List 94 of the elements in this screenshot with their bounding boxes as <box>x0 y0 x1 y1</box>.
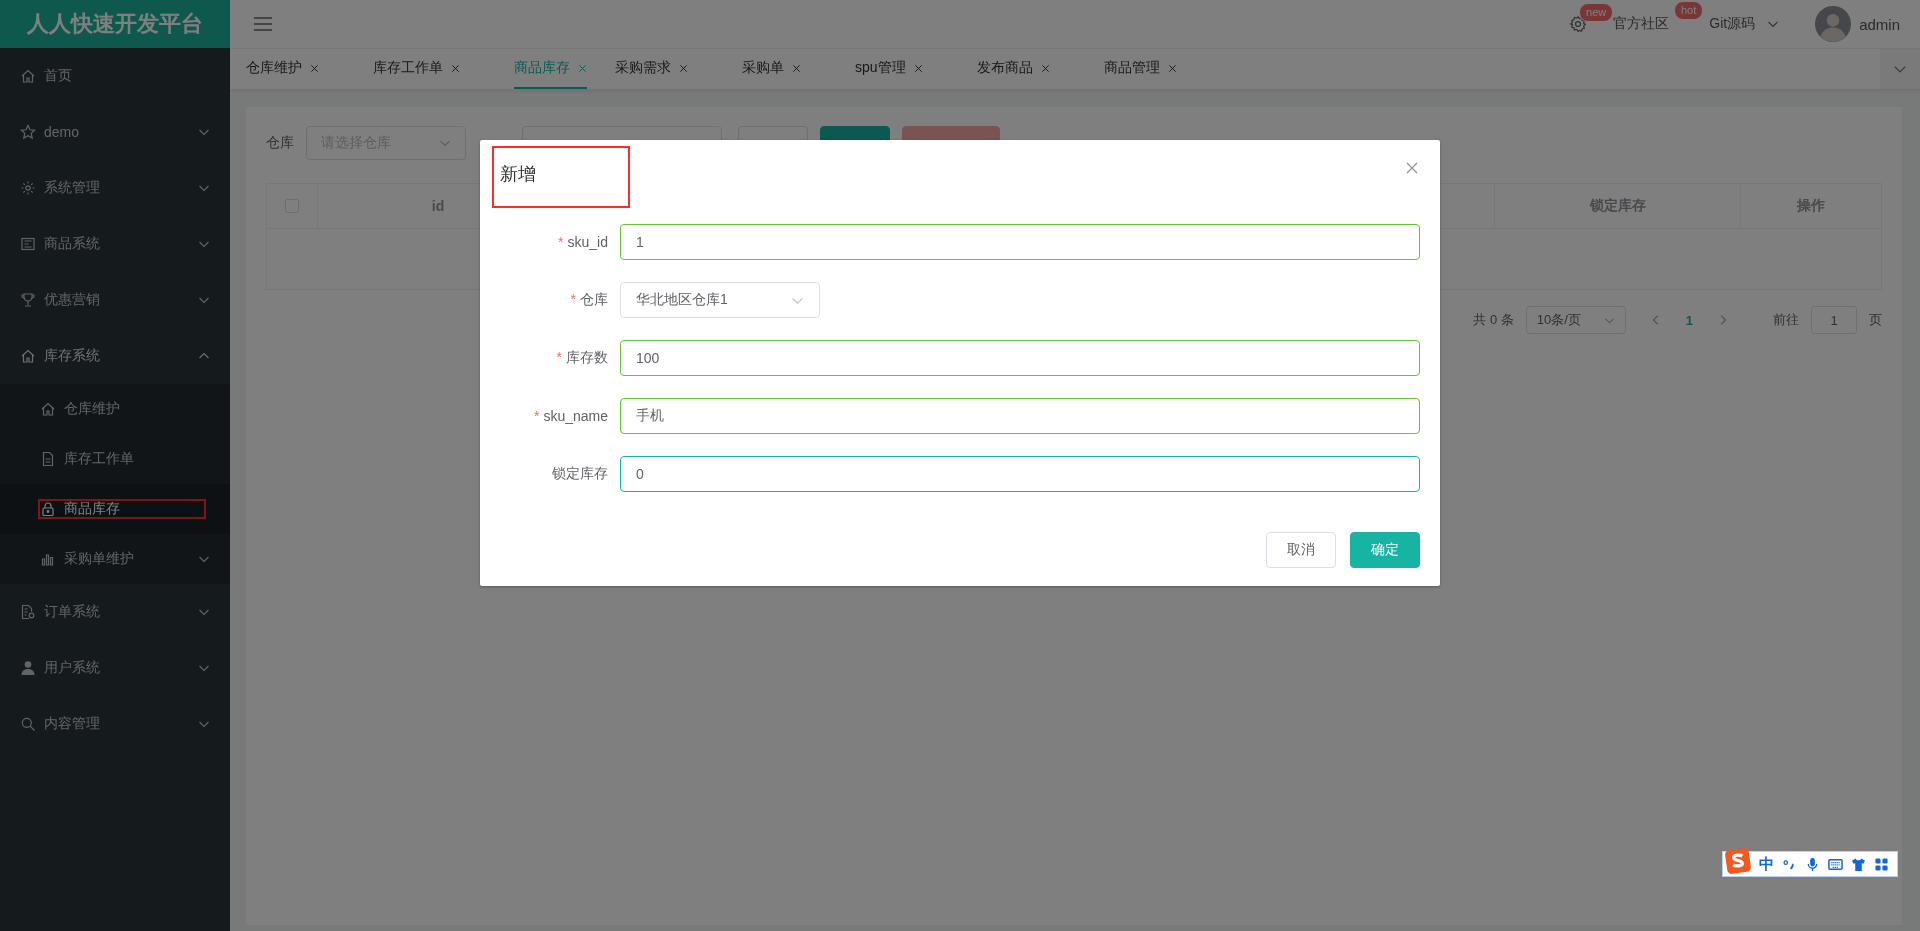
ime-mode[interactable]: 中 <box>1759 854 1774 874</box>
field-label: 锁定库存 <box>552 465 608 483</box>
tab[interactable]: 仓库维护 <box>246 49 345 89</box>
trophy-icon <box>20 292 36 308</box>
close-icon[interactable] <box>310 63 319 73</box>
field-label: 库存数 <box>566 349 608 367</box>
input-field[interactable]: 100 <box>620 340 1420 376</box>
menu-label: 用户系统 <box>44 659 101 677</box>
menu-label: 系统管理 <box>44 179 101 197</box>
menu-label: 库存系统 <box>44 347 101 365</box>
star-icon <box>20 124 36 140</box>
shirt-icon[interactable] <box>1851 856 1866 872</box>
input-field[interactable]: 手机 <box>620 398 1420 434</box>
goto-label: 前往 <box>1773 311 1799 329</box>
close-icon[interactable] <box>1167 63 1177 73</box>
page-input[interactable]: 1 <box>1811 306 1857 334</box>
field-label: 仓库 <box>266 134 294 152</box>
required-mark: * <box>556 349 562 367</box>
tab[interactable]: spu管理 <box>855 49 949 89</box>
menu-label: 首页 <box>44 67 73 85</box>
app-logo: 人人快速开发平台 <box>0 0 230 48</box>
warehouse-select[interactable]: 华北地区仓库1 <box>620 282 820 318</box>
doc-gear-icon <box>20 604 36 620</box>
home-icon <box>20 348 36 364</box>
dialog-title: 新增 <box>500 163 536 186</box>
close-icon[interactable] <box>792 63 801 73</box>
menu-item[interactable]: 商品库存 <box>0 484 230 534</box>
dialog-button[interactable]: 确定 <box>1350 532 1420 568</box>
menu-item[interactable]: 订单系统 <box>0 584 230 640</box>
lock-icon <box>40 501 56 517</box>
microphone-icon[interactable] <box>1805 856 1820 872</box>
total-count: 共 0 条 <box>1473 311 1514 329</box>
menu-icon[interactable] <box>254 17 272 31</box>
page-suffix: 页 <box>1869 311 1882 329</box>
doc-icon <box>40 451 56 467</box>
menu-item[interactable]: 优惠营销 <box>0 272 230 328</box>
menu-item[interactable]: 库存系统 <box>0 328 230 384</box>
menu-label: 优惠营销 <box>44 291 101 309</box>
page-number[interactable]: 1 <box>1685 312 1693 328</box>
close-icon[interactable] <box>1406 162 1418 174</box>
tab[interactable]: 库存工作单 <box>373 49 486 89</box>
tab[interactable]: 商品库存 <box>514 49 587 89</box>
menu-label: 商品库存 <box>64 500 121 518</box>
menu-label: 仓库维护 <box>64 400 121 418</box>
page-size-select[interactable]: 10条/页 <box>1525 306 1626 334</box>
menu-item[interactable]: 用户系统 <box>0 640 230 696</box>
field-label: 仓库 <box>580 291 608 309</box>
menu-item[interactable]: 首页 <box>0 48 230 104</box>
frame-icon <box>20 236 36 252</box>
field-label: sku_name <box>543 408 608 424</box>
badge: hot <box>1673 1 1704 20</box>
user-name[interactable]: admin <box>1859 15 1900 33</box>
user-icon <box>20 660 36 676</box>
menu-label: 采购单维护 <box>64 550 135 568</box>
settings-icon[interactable] <box>1569 15 1588 33</box>
ime-logo-icon[interactable] <box>1725 848 1751 874</box>
field-label: sku_id <box>567 234 608 250</box>
header-dropdown[interactable]: Git源码 <box>1709 15 1756 33</box>
keyboard-icon[interactable] <box>1828 856 1843 872</box>
input-field[interactable]: 1 <box>620 224 1420 260</box>
menu-item[interactable]: 内容管理 <box>0 696 230 752</box>
close-icon[interactable] <box>1040 63 1050 73</box>
tab[interactable]: 发布商品 <box>976 49 1076 89</box>
menu-item[interactable]: 采购单维护 <box>0 534 230 584</box>
header-link[interactable]: 官方社区 <box>1613 15 1670 33</box>
gear-icon <box>20 180 36 196</box>
badge: new <box>1579 3 1614 22</box>
avatar-icon[interactable] <box>1815 6 1852 42</box>
bars-icon <box>40 551 56 567</box>
menu-label: 订单系统 <box>44 603 101 621</box>
required-mark: * <box>570 291 576 309</box>
home-icon <box>40 401 56 417</box>
menu-item[interactable]: 仓库维护 <box>0 384 230 434</box>
tab[interactable]: 商品管理 <box>1103 49 1203 89</box>
required-mark: * <box>533 408 540 424</box>
input-field[interactable]: 0 <box>620 456 1420 492</box>
menu-item[interactable]: demo <box>0 104 230 160</box>
tab[interactable]: 采购单 <box>742 49 827 89</box>
menu-label: 内容管理 <box>44 715 101 733</box>
close-icon[interactable] <box>913 63 923 73</box>
menu-label: 库存工作单 <box>64 450 135 468</box>
dialog-button[interactable]: 取消 <box>1266 532 1336 568</box>
search-icon <box>20 716 36 732</box>
menu-label: demo <box>44 124 81 140</box>
home-icon <box>20 68 36 84</box>
menu-item[interactable]: 商品系统 <box>0 216 230 272</box>
tab[interactable]: 采购需求 <box>615 49 714 89</box>
required-mark: * <box>558 234 564 250</box>
close-icon[interactable] <box>451 63 460 73</box>
menu-item[interactable]: 系统管理 <box>0 160 230 216</box>
close-icon[interactable] <box>679 63 688 73</box>
menu-label: 商品系统 <box>44 235 101 253</box>
grid-icon[interactable] <box>1874 856 1889 872</box>
menu-item[interactable]: 库存工作单 <box>0 434 230 484</box>
